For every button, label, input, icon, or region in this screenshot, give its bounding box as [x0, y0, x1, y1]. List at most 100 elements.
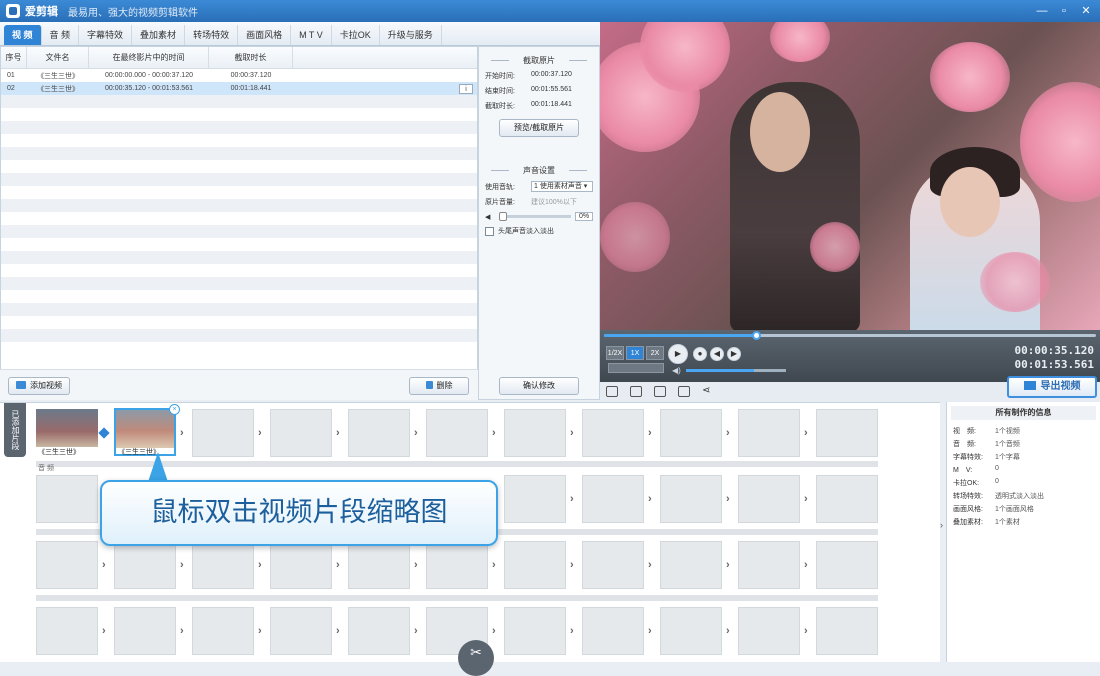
remove-clip-icon[interactable]: × [169, 404, 180, 415]
empty-row [1, 251, 477, 264]
clip-slot[interactable] [114, 607, 176, 655]
clip-slot[interactable] [348, 409, 410, 457]
delete-label: 删除 [436, 381, 453, 390]
preview-clip-button[interactable]: 预览/截取原片 [499, 119, 579, 137]
table-row[interactable]: 01 《三生三世》 00:00:00.000 - 00:00:37.120 00… [1, 69, 477, 82]
player-volume-slider[interactable] [686, 369, 786, 372]
tab-video[interactable]: 视 频 [4, 25, 42, 45]
audio-track-select[interactable]: 1 使用素材声音 ▾ [531, 181, 593, 192]
delete-button[interactable]: 删除 [409, 377, 469, 395]
volume-slider[interactable] [499, 212, 571, 221]
clip-slot[interactable] [582, 409, 644, 457]
clip-slot[interactable] [270, 607, 332, 655]
header-duration[interactable]: 截取时长 [209, 47, 293, 68]
scissors-icon[interactable]: ✂ [458, 640, 494, 676]
clip-thumbnail[interactable]: 《三生三世》 [36, 409, 98, 457]
clip-slot[interactable] [426, 409, 488, 457]
row-duration: 00:00:37.120 [230, 72, 272, 79]
clip-slot[interactable] [192, 607, 254, 655]
stop-icon[interactable]: ● [693, 347, 707, 361]
empty-row [1, 329, 477, 342]
seek-bar[interactable] [604, 331, 1096, 340]
clip-slot[interactable] [738, 475, 800, 523]
clip-slot[interactable] [660, 607, 722, 655]
clip-slot[interactable] [738, 541, 800, 589]
transition-icon[interactable] [98, 427, 110, 439]
clip-slot[interactable] [738, 409, 800, 457]
speed-half-button[interactable]: 1/2X [606, 346, 624, 360]
folder-icon[interactable] [630, 386, 642, 397]
tab-audio[interactable]: 音 频 [42, 25, 80, 45]
fade-checkbox[interactable] [485, 226, 494, 236]
confirm-button[interactable]: 确认修改 [499, 377, 579, 395]
tab-upgrade[interactable]: 升级与服务 [380, 25, 442, 45]
timeline-side-label[interactable]: 已添加片段 [4, 403, 26, 457]
snapshot-icon[interactable] [654, 386, 666, 397]
tab-transitions[interactable]: 转场特效 [185, 25, 239, 45]
info-value: 0 [995, 478, 999, 485]
seek-knob[interactable] [751, 331, 761, 340]
play-icon[interactable]: ▶ [668, 344, 688, 364]
end-time-value[interactable]: 00:01:55.561 [531, 86, 593, 96]
start-time-value[interactable]: 00:00:37.120 [531, 71, 593, 81]
panel-collapse-icon[interactable]: › [940, 520, 943, 530]
app-logo-icon [6, 4, 20, 18]
tab-karaoke[interactable]: 卡拉OK [332, 25, 380, 45]
clip-slot[interactable] [426, 541, 488, 589]
speed-2x-button[interactable]: 2X [646, 346, 664, 360]
edit-icon[interactable] [678, 386, 690, 397]
info-icon[interactable]: i [459, 83, 473, 94]
arrow-icon: › [258, 625, 262, 637]
zoom-slider[interactable] [608, 363, 664, 373]
clip-slot[interactable] [504, 409, 566, 457]
header-range[interactable]: 在最终影片中的时间 [89, 47, 209, 68]
track-bar[interactable] [36, 595, 878, 601]
clip-slot[interactable] [348, 607, 410, 655]
clip-slot[interactable] [192, 541, 254, 589]
clip-slot[interactable] [582, 541, 644, 589]
add-video-button[interactable]: 添加视频 [8, 377, 70, 395]
clip-slot[interactable] [582, 607, 644, 655]
title-bar: 爱剪辑 最易用、强大的视频剪辑软件 — ▫ ✕ [0, 0, 1100, 22]
restore-button[interactable]: ▫ [1054, 2, 1074, 20]
clip-slot[interactable] [270, 409, 332, 457]
clip-slot[interactable] [738, 607, 800, 655]
clip-slot[interactable] [504, 541, 566, 589]
clip-slot[interactable] [36, 607, 98, 655]
clip-thumbnail-selected[interactable]: 《三生三世》 × [114, 404, 180, 456]
video-preview[interactable] [600, 22, 1100, 330]
next-frame-icon[interactable]: ▶ [727, 347, 741, 361]
clip-slot[interactable] [504, 607, 566, 655]
tab-mtv[interactable]: M T V [291, 25, 332, 45]
clip-slot[interactable] [660, 409, 722, 457]
clip-slot[interactable] [816, 541, 878, 589]
export-video-button[interactable]: 导出视频 [1007, 376, 1097, 398]
clip-slot[interactable] [36, 541, 98, 589]
speed-1x-button[interactable]: 1X [626, 346, 644, 360]
tab-overlay[interactable]: 叠加素材 [132, 25, 186, 45]
clip-slot[interactable] [504, 475, 566, 523]
clip-slot[interactable] [660, 475, 722, 523]
share-icon[interactable]: ⋖ [702, 385, 710, 396]
clip-slot[interactable] [816, 409, 878, 457]
prev-frame-icon[interactable]: ◀ [710, 347, 724, 361]
clip-slot[interactable] [192, 409, 254, 457]
minimize-button[interactable]: — [1032, 2, 1052, 20]
clip-slot[interactable] [816, 475, 878, 523]
clip-slot[interactable] [270, 541, 332, 589]
close-button[interactable]: ✕ [1076, 2, 1096, 20]
volume-slider-knob[interactable] [499, 212, 507, 221]
clip-slot[interactable] [660, 541, 722, 589]
clip-slot[interactable] [816, 607, 878, 655]
volume-percent[interactable]: 0% [575, 212, 593, 221]
tab-picture-style[interactable]: 画面风格 [238, 25, 292, 45]
header-file[interactable]: 文件名 [27, 47, 89, 68]
table-row[interactable]: 02 《三生三世》 00:00:35.120 - 00:01:53.561 00… [1, 82, 477, 95]
clip-slot[interactable] [114, 541, 176, 589]
save-icon[interactable] [606, 386, 618, 397]
header-index[interactable]: 序号 [1, 47, 27, 68]
clip-slot[interactable] [348, 541, 410, 589]
clip-slot[interactable] [582, 475, 644, 523]
clip-slot[interactable] [36, 475, 98, 523]
tab-subtitle-effects[interactable]: 字幕特效 [79, 25, 133, 45]
